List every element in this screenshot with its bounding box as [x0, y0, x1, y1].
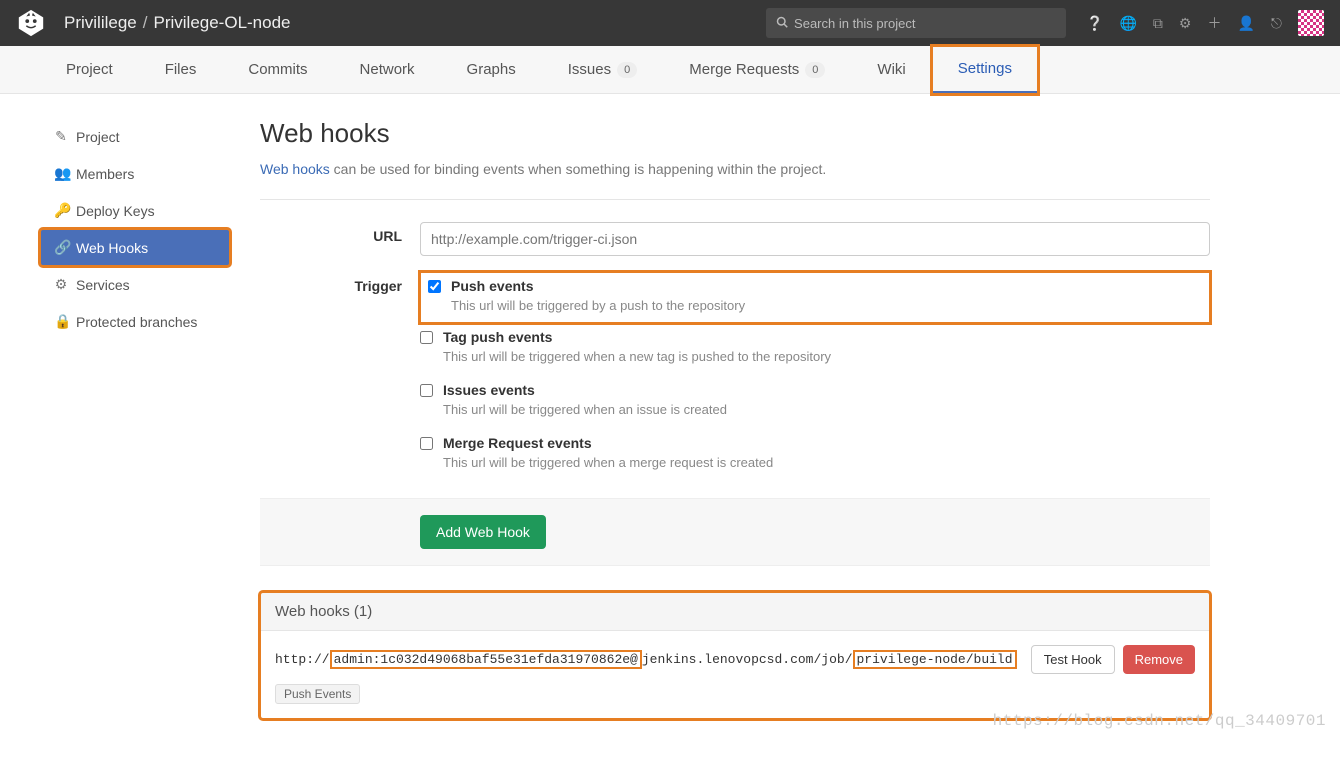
intro-text: can be used for binding events when some…	[330, 161, 827, 177]
sidebar-item-members[interactable]: 👥 Members	[40, 155, 230, 192]
trigger-issues: Issues events This url will be triggered…	[420, 376, 1210, 429]
add-webhook-button[interactable]: Add Web Hook	[420, 515, 546, 549]
top-navbar: Privililege / Privilege-OL-node ❔ 🌐 ⧉ ⚙ …	[0, 0, 1340, 46]
page-title: Web hooks	[260, 118, 1210, 149]
tab-graphs[interactable]: Graphs	[441, 46, 542, 94]
hook-url: http:// admin:1c032d49068baf55e31efda319…	[275, 650, 1017, 669]
trigger-title: Push events	[451, 278, 745, 294]
signout-icon[interactable]: ⎋	[1271, 15, 1282, 32]
sidebar-item-deploy-keys[interactable]: 🔑 Deploy Keys	[40, 192, 230, 229]
breadcrumb-project[interactable]: Privilege-OL-node	[153, 13, 290, 33]
trigger-desc: This url will be triggered when a new ta…	[443, 349, 831, 364]
help-icon[interactable]: ❔	[1086, 15, 1103, 32]
breadcrumb: Privililege / Privilege-OL-node	[64, 13, 291, 33]
tab-network[interactable]: Network	[334, 46, 441, 94]
trigger-merge-request: Merge Request events This url will be tr…	[420, 429, 1210, 482]
hook-row: http:// admin:1c032d49068baf55e31efda319…	[275, 645, 1195, 674]
lock-icon: 🔒	[54, 313, 68, 330]
form-footer: Add Web Hook	[260, 498, 1210, 566]
settings-sidebar: ✎ Project 👥 Members 🔑 Deploy Keys 🔗 Web …	[40, 118, 230, 719]
navbar-icons: ❔ 🌐 ⧉ ⚙ ＋ 👤 ⎋	[1086, 10, 1324, 36]
sidebar-item-label: Web Hooks	[76, 240, 148, 256]
sidebar-item-services[interactable]: ⚙ Services	[40, 266, 230, 303]
globe-icon[interactable]: 🌐	[1119, 15, 1136, 32]
hook-event-tag: Push Events	[275, 684, 360, 704]
hook-url-prefix: http://	[275, 652, 330, 667]
trigger-label: Trigger	[260, 272, 420, 482]
gear-icon: ⚙	[54, 276, 68, 293]
project-tabs: Project Files Commits Network Graphs Iss…	[0, 46, 1340, 94]
trigger-title: Tag push events	[443, 329, 831, 345]
existing-hooks-panel: Web hooks (1) http:// admin:1c032d49068b…	[260, 592, 1210, 719]
trigger-push: Push events This url will be triggered b…	[420, 272, 1210, 323]
sidebar-item-label: Members	[76, 166, 134, 182]
hooks-panel-title: Web hooks (1)	[261, 593, 1209, 631]
content-area: Web hooks Web hooks can be used for bind…	[260, 118, 1210, 719]
user-icon[interactable]: 👤	[1237, 15, 1254, 32]
tab-wiki[interactable]: Wiki	[851, 46, 931, 94]
avatar[interactable]	[1298, 10, 1324, 36]
remove-hook-button[interactable]: Remove	[1123, 645, 1195, 674]
webhooks-doc-link[interactable]: Web hooks	[260, 161, 330, 177]
breadcrumb-sep: /	[143, 13, 148, 33]
issues-count: 0	[617, 62, 637, 78]
url-label: URL	[260, 222, 420, 256]
breadcrumb-group[interactable]: Privililege	[64, 13, 137, 33]
key-icon: 🔑	[54, 202, 68, 219]
trigger-title: Merge Request events	[443, 435, 773, 451]
trigger-desc: This url will be triggered when a merge …	[443, 455, 773, 470]
trigger-push-checkbox[interactable]	[428, 280, 441, 293]
page-intro: Web hooks can be used for binding events…	[260, 161, 1210, 177]
hook-url-host: jenkins.lenovopcsd.com/job/	[642, 652, 853, 667]
trigger-list: Push events This url will be triggered b…	[420, 272, 1210, 482]
search-icon	[776, 16, 788, 31]
members-icon: 👥	[54, 165, 68, 182]
sidebar-item-label: Protected branches	[76, 314, 197, 330]
hook-url-path: privilege-node/build	[853, 650, 1017, 669]
trigger-merge-checkbox[interactable]	[420, 437, 433, 450]
webhook-form: URL Trigger Push events This url will be…	[260, 199, 1210, 566]
trigger-tag-checkbox[interactable]	[420, 331, 433, 344]
trigger-title: Issues events	[443, 382, 727, 398]
sidebar-item-label: Project	[76, 129, 120, 145]
test-hook-button[interactable]: Test Hook	[1031, 645, 1115, 674]
merge-count: 0	[805, 62, 825, 78]
trigger-desc: This url will be triggered by a push to …	[451, 298, 745, 313]
tab-merge-requests[interactable]: Merge Requests 0	[663, 46, 851, 94]
link-icon: 🔗	[54, 239, 68, 256]
sidebar-item-web-hooks[interactable]: 🔗 Web Hooks	[40, 229, 230, 266]
sidebar-item-protected-branches[interactable]: 🔒 Protected branches	[40, 303, 230, 340]
trigger-desc: This url will be triggered when an issue…	[443, 402, 727, 417]
tab-project[interactable]: Project	[40, 46, 139, 94]
sidebar-item-label: Deploy Keys	[76, 203, 155, 219]
search-input[interactable]	[794, 16, 1056, 31]
tab-files[interactable]: Files	[139, 46, 223, 94]
app-logo[interactable]	[16, 8, 46, 38]
tab-issues[interactable]: Issues 0	[542, 46, 663, 94]
copy-icon[interactable]: ⧉	[1153, 15, 1163, 32]
gears-icon[interactable]: ⚙	[1179, 15, 1192, 32]
edit-icon: ✎	[54, 128, 68, 145]
hook-url-credentials: admin:1c032d49068baf55e31efda31970862e@	[330, 650, 642, 669]
sidebar-item-label: Services	[76, 277, 130, 293]
plus-icon[interactable]: ＋	[1207, 13, 1221, 33]
trigger-tag-push: Tag push events This url will be trigger…	[420, 323, 1210, 376]
trigger-issues-checkbox[interactable]	[420, 384, 433, 397]
search-box[interactable]	[766, 8, 1066, 38]
tab-commits[interactable]: Commits	[222, 46, 333, 94]
url-input[interactable]	[420, 222, 1210, 256]
sidebar-item-project[interactable]: ✎ Project	[40, 118, 230, 155]
tab-settings[interactable]: Settings	[932, 46, 1038, 94]
